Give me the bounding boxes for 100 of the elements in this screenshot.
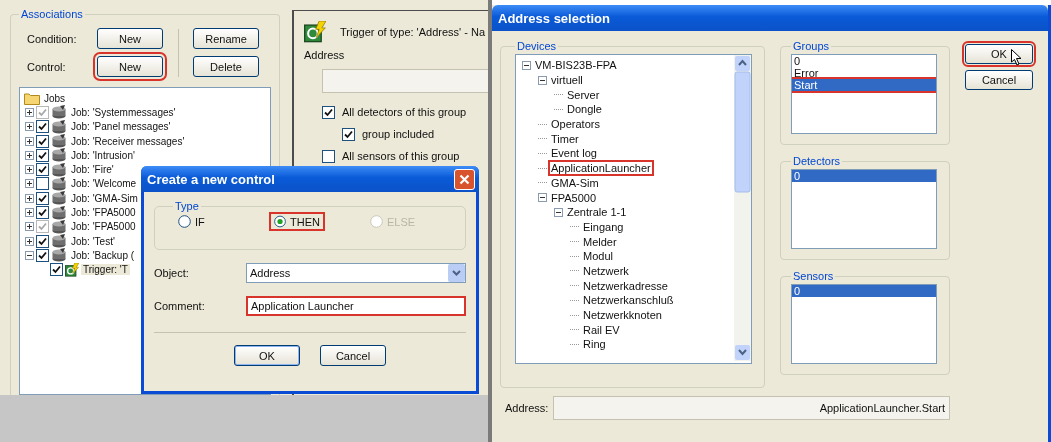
list-item[interactable]: 0 xyxy=(792,170,936,182)
tree-item[interactable]: Job: 'FPA5000 xyxy=(69,221,138,233)
expand-icon[interactable] xyxy=(25,165,34,175)
disk-stack-icon xyxy=(51,205,67,220)
disk-stack-icon xyxy=(51,134,67,149)
tree-item[interactable]: Modul xyxy=(582,250,614,263)
comment-field[interactable]: Application Launcher xyxy=(246,296,466,316)
disk-stack-icon xyxy=(51,176,67,191)
collapse-icon[interactable] xyxy=(522,60,531,70)
address-field[interactable] xyxy=(322,69,488,93)
tree-item[interactable]: Eingang xyxy=(582,220,625,233)
tree-item[interactable]: Job: 'Welcome xyxy=(69,178,139,190)
push-button[interactable]: New xyxy=(97,28,163,49)
bolt-icon xyxy=(304,21,326,43)
expand-icon[interactable] xyxy=(25,222,34,232)
tree-item[interactable]: Dongle xyxy=(566,103,603,116)
window-title: Address selection xyxy=(498,10,610,26)
push-button[interactable]: Cancel xyxy=(320,345,386,366)
expand-icon[interactable] xyxy=(25,236,34,246)
checkbox[interactable] xyxy=(36,220,49,234)
push-button[interactable]: OK xyxy=(234,345,300,366)
tree-item[interactable]: Netzwerkadresse xyxy=(582,279,669,292)
group-title: Devices xyxy=(516,40,558,52)
scrollbar[interactable] xyxy=(734,55,751,361)
tree-item[interactable]: Server xyxy=(566,88,601,101)
tree-item[interactable]: VM-BIS23B-FPA xyxy=(534,59,618,72)
checkbox[interactable] xyxy=(36,191,49,205)
disk-stack-icon xyxy=(51,105,67,120)
checkbox[interactable] xyxy=(36,248,49,262)
push-button[interactable]: Cancel xyxy=(965,70,1033,90)
checkbox[interactable] xyxy=(50,263,63,277)
expand-icon[interactable] xyxy=(25,208,34,217)
tree-item[interactable]: Job: 'Panel messages' xyxy=(69,121,173,133)
radio-button[interactable]: THEN xyxy=(269,212,325,231)
address-field[interactable]: ApplicationLauncher.Start xyxy=(553,396,950,420)
checkbox[interactable] xyxy=(36,206,49,219)
list-item[interactable]: 0 xyxy=(792,55,936,67)
tree-item[interactable]: Rail EV xyxy=(582,323,621,336)
disk-stack-icon xyxy=(51,162,67,177)
collapse-icon[interactable] xyxy=(538,193,547,203)
tree-item[interactable]: Job: 'Fire' xyxy=(69,164,116,176)
tree-item[interactable]: Job: 'GMA-Sim xyxy=(69,192,140,204)
field-label: Address: xyxy=(505,402,550,414)
tree-item[interactable]: Timer xyxy=(550,132,580,145)
checkbox[interactable] xyxy=(36,105,49,119)
collapse-icon[interactable] xyxy=(25,250,34,260)
group-title: Sensors xyxy=(792,270,835,282)
tree-item[interactable]: Netzwerkknoten xyxy=(582,309,663,322)
field-label: Comment: xyxy=(154,300,206,312)
tree-item[interactable]: Job: 'Intrusion' xyxy=(69,149,137,161)
disk-stack-icon xyxy=(51,248,67,263)
tree-item[interactable]: FPA5000 xyxy=(550,191,598,204)
expand-icon[interactable] xyxy=(25,107,34,117)
tree-item[interactable]: Job: 'Receiver messages' xyxy=(69,135,187,147)
collapse-icon[interactable] xyxy=(554,207,563,217)
tree-item[interactable]: Job: 'FPA5000 xyxy=(69,207,138,218)
tree-item[interactable]: Netzwerkanschluß xyxy=(582,294,675,307)
tree-item[interactable]: Operators xyxy=(550,118,601,131)
tree-item[interactable]: Job: 'Systemmessages' xyxy=(69,106,178,118)
checkbox[interactable] xyxy=(36,120,49,134)
push-button[interactable]: Rename xyxy=(193,28,259,49)
tree-item[interactable]: Job: 'Backup ( xyxy=(69,249,137,261)
checkbox[interactable] xyxy=(36,177,49,191)
expand-icon[interactable] xyxy=(25,136,34,146)
tree-item[interactable]: Ring xyxy=(582,338,607,351)
checkbox[interactable] xyxy=(36,134,49,148)
close-button[interactable] xyxy=(454,168,475,190)
tree-item[interactable]: virtuell xyxy=(550,74,584,87)
checkbox[interactable] xyxy=(342,127,355,141)
list-item[interactable]: Start xyxy=(792,79,936,91)
radio-button[interactable]: IF xyxy=(173,212,229,231)
expand-icon[interactable] xyxy=(25,150,34,160)
group-title: Groups xyxy=(792,40,831,52)
tree-item[interactable]: Trigger: 'T xyxy=(81,264,130,276)
collapse-icon[interactable] xyxy=(538,75,547,85)
tree-item[interactable]: Zentrale 1-1 xyxy=(566,206,628,219)
list-item[interactable]: Error xyxy=(792,67,936,79)
checkbox[interactable] xyxy=(36,148,49,162)
expand-icon[interactable] xyxy=(25,179,34,189)
tree-item[interactable]: Jobs xyxy=(42,92,68,104)
radio-icon xyxy=(274,215,287,228)
tree-item[interactable]: Job: 'Test' xyxy=(69,235,117,247)
checkbox[interactable] xyxy=(36,163,49,177)
trigger-heading: Trigger of type: 'Address' - Na xyxy=(340,26,485,38)
checkbox[interactable] xyxy=(322,105,335,119)
expand-icon[interactable] xyxy=(25,193,34,203)
disk-stack-icon xyxy=(51,234,67,249)
push-button[interactable]: Delete xyxy=(193,56,259,77)
object-dropdown[interactable]: Address xyxy=(246,263,466,283)
tree-item[interactable]: Netzwerk xyxy=(582,264,630,277)
tree-item[interactable]: Melder xyxy=(582,235,618,248)
tree-item[interactable]: ApplicationLauncher xyxy=(550,162,652,175)
expand-icon[interactable] xyxy=(25,122,34,132)
checkbox-label: group included xyxy=(362,128,435,140)
tree-item[interactable]: GMA-Sim xyxy=(550,176,600,189)
list-item[interactable]: 0 xyxy=(792,285,936,297)
checkbox[interactable] xyxy=(322,149,335,163)
radio-icon xyxy=(178,215,191,228)
tree-item[interactable]: Event log xyxy=(550,147,598,160)
checkbox[interactable] xyxy=(36,234,49,248)
